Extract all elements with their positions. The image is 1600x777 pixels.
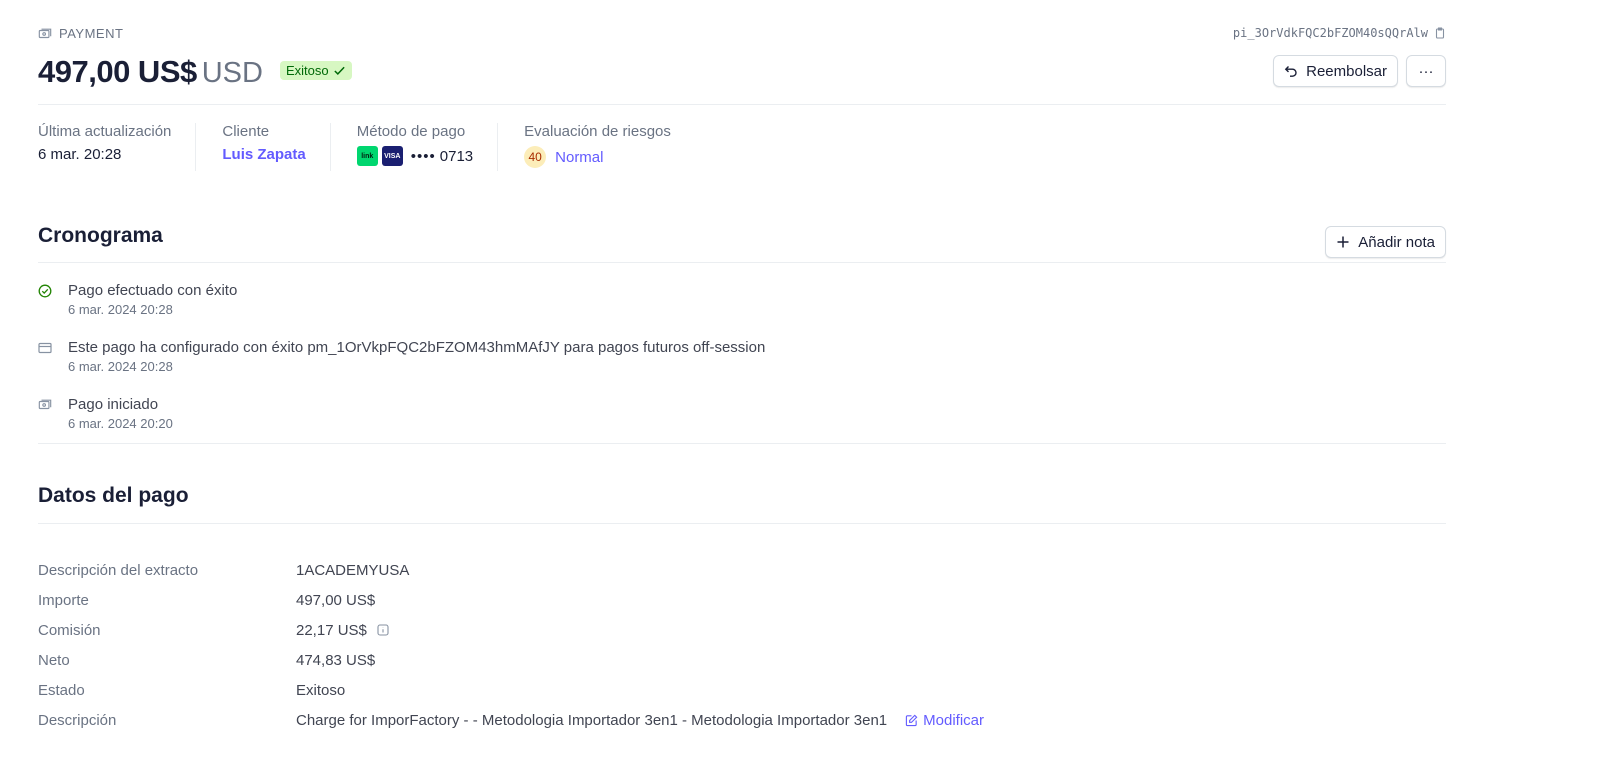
modify-description-link[interactable]: Modificar	[905, 712, 984, 729]
details-divider	[38, 523, 1446, 524]
object-kind-label: PAYMENT	[59, 26, 124, 41]
timeline-event-time: 6 mar. 2024 20:28	[68, 302, 173, 317]
detail-label: Descripción del extracto	[38, 561, 199, 579]
detail-value: Exitoso	[296, 681, 346, 699]
plus-icon	[1337, 236, 1349, 248]
detail-label: Descripción	[38, 711, 117, 729]
customer-label: Cliente	[222, 123, 270, 140]
detail-row: Neto 474,83 US$	[38, 645, 984, 675]
object-kind: PAYMENT	[38, 26, 123, 41]
payment-currency: USD	[201, 57, 263, 89]
timeline-bottom-divider	[38, 443, 1446, 444]
payment-icon	[38, 399, 52, 410]
link-brand-icon: link	[356, 146, 378, 166]
detail-row: Descripción Charge for ImporFactory - - …	[38, 705, 984, 735]
modify-label: Modificar	[923, 711, 984, 729]
summary-last-update: Última actualización 6 mar. 20:28	[38, 123, 197, 171]
payment-details-list: Descripción del extracto 1ACADEMYUSA Imp…	[38, 555, 984, 735]
last-update-value: 6 mar. 20:28	[38, 146, 122, 163]
add-note-label: Añadir nota	[1358, 233, 1435, 251]
timeline-divider	[38, 262, 1446, 263]
detail-value: 1ACADEMYUSA	[296, 561, 410, 579]
detail-row: Importe 497,00 US$	[38, 585, 984, 615]
risk-level-link[interactable]: Normal	[555, 149, 603, 166]
summary-customer: Cliente Luis Zapata	[222, 123, 331, 171]
card-last4: 0713	[439, 147, 474, 165]
detail-value-fee: 22,17 US$	[296, 622, 389, 639]
edit-icon	[905, 714, 918, 726]
detail-value: 497,00 US$	[296, 591, 376, 609]
summary-risk: Evaluación de riesgos 40 Normal	[524, 123, 695, 171]
timeline-event-title: Pago efectuado con éxito	[68, 282, 238, 299]
more-icon: ···	[1418, 62, 1434, 80]
detail-value: 474,83 US$	[296, 651, 376, 669]
payment-method-label: Método de pago	[356, 123, 466, 140]
last-update-label: Última actualización	[38, 123, 172, 140]
detail-label: Importe	[38, 591, 89, 609]
timeline-event-title: Pago iniciado	[68, 396, 159, 413]
check-icon	[333, 66, 345, 75]
refund-arrow-icon	[1284, 66, 1297, 77]
risk-label: Evaluación de riesgos	[524, 123, 671, 140]
timeline-title: Cronograma	[38, 224, 163, 247]
payment-id[interactable]: pi_3OrVdkFQC2bFZOM40sQQrAlw	[1233, 26, 1446, 40]
header-actions: Reembolsar ···	[1273, 55, 1446, 87]
card-icon	[38, 342, 52, 354]
description-text: Charge for ImporFactory - - Metodologia …	[296, 711, 888, 729]
timeline-event-title: Este pago ha configurado con éxito pm_1O…	[68, 339, 766, 356]
copy-icon[interactable]	[1434, 27, 1446, 39]
timeline-event: Este pago ha configurado con éxito pm_1O…	[38, 338, 1446, 395]
status-badge-label: Exitoso	[285, 62, 329, 78]
detail-label: Estado	[38, 681, 85, 699]
risk-score-badge: 40	[524, 146, 547, 168]
timeline-event-time: 6 mar. 2024 20:20	[68, 416, 173, 431]
more-actions-button[interactable]: ···	[1406, 55, 1446, 87]
detail-row: Comisión 22,17 US$	[38, 615, 984, 645]
amount-row: 497,00 US$ USD Exitoso	[38, 54, 352, 90]
payment-icon	[38, 28, 52, 38]
timeline-list: Pago efectuado con éxito 6 mar. 2024 20:…	[38, 281, 1446, 452]
timeline-event: Pago efectuado con éxito 6 mar. 2024 20:…	[38, 281, 1446, 338]
check-circle-icon	[38, 284, 52, 298]
customer-link[interactable]: Luis Zapata	[222, 146, 305, 163]
refund-button-label: Reembolsar	[1306, 62, 1387, 80]
visa-brand-icon: VISA	[381, 146, 403, 166]
summary-payment-method: Método de pago link VISA •••• 0713	[356, 123, 499, 171]
summary-bar: Última actualización 6 mar. 20:28 Client…	[38, 123, 721, 171]
fee-amount: 22,17 US$	[296, 621, 367, 639]
info-icon[interactable]	[377, 624, 389, 636]
header-divider	[38, 104, 1446, 105]
payment-id-text[interactable]: pi_3OrVdkFQC2bFZOM40sQQrAlw	[1233, 26, 1428, 40]
detail-row: Estado Exitoso	[38, 675, 984, 705]
payment-amount: 497,00 US$	[38, 54, 197, 89]
add-note-button[interactable]: Añadir nota	[1325, 226, 1446, 258]
detail-label: Comisión	[38, 621, 101, 639]
refund-button[interactable]: Reembolsar	[1273, 55, 1398, 87]
detail-row: Descripción del extracto 1ACADEMYUSA	[38, 555, 984, 585]
detail-value-description: Charge for ImporFactory - - Metodologia …	[296, 712, 984, 729]
status-badge: Exitoso	[279, 60, 352, 80]
card-dots: ••••	[410, 147, 436, 165]
payment-details-title: Datos del pago	[38, 484, 189, 507]
timeline-event-time: 6 mar. 2024 20:28	[68, 359, 173, 374]
detail-label: Neto	[38, 651, 70, 669]
